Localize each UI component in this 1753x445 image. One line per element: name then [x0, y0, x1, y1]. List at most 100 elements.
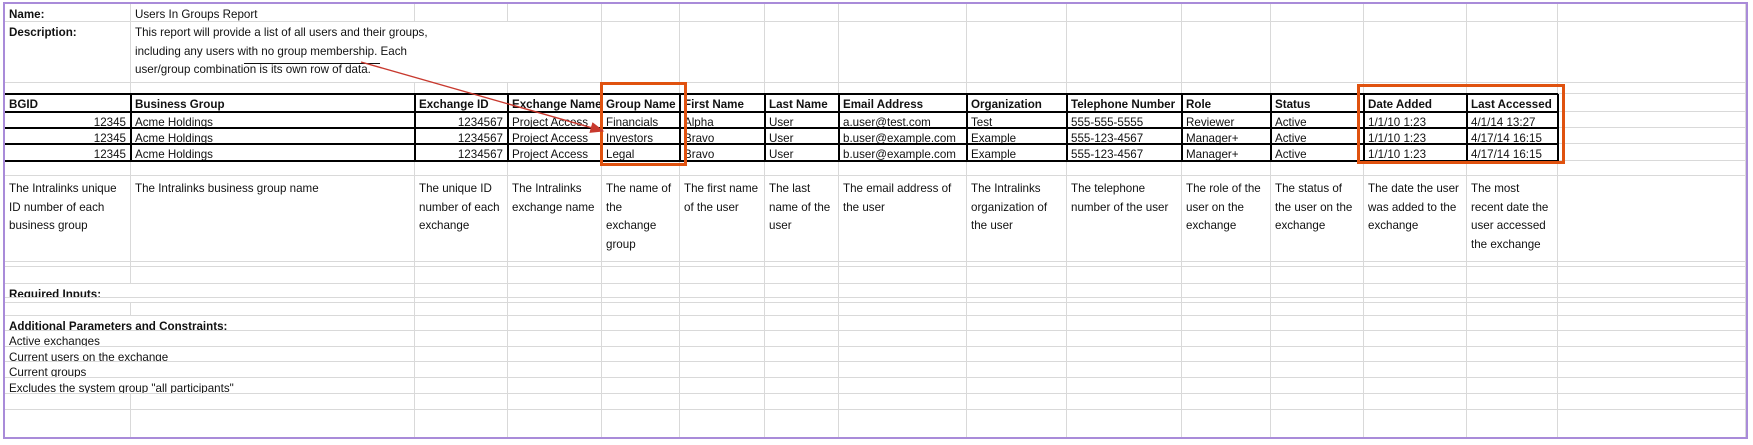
column-description[interactable]: The first name of the user: [680, 176, 765, 262]
empty-cell[interactable]: [5, 161, 131, 176]
empty-cell[interactable]: [680, 362, 765, 378]
empty-cell[interactable]: [680, 331, 765, 347]
empty-cell[interactable]: [5, 394, 131, 410]
empty-cell[interactable]: [1067, 264, 1182, 284]
empty-cell[interactable]: [415, 316, 508, 331]
column-header[interactable]: Exchange Name: [508, 94, 602, 112]
empty-cell[interactable]: [1467, 394, 1558, 410]
column-description[interactable]: The most recent date the user accessed t…: [1467, 176, 1558, 262]
empty-cell[interactable]: [1182, 4, 1271, 22]
empty-cell[interactable]: [967, 362, 1067, 378]
empty-cell[interactable]: [765, 394, 839, 410]
empty-cell[interactable]: [1558, 394, 1746, 410]
empty-cell[interactable]: [1558, 128, 1746, 144]
empty-cell[interactable]: [765, 22, 839, 83]
empty-cell[interactable]: [680, 410, 765, 437]
empty-cell[interactable]: [602, 331, 680, 347]
table-cell[interactable]: Alpha: [680, 112, 765, 128]
empty-cell[interactable]: [602, 378, 680, 394]
empty-cell[interactable]: [1182, 410, 1271, 437]
empty-cell[interactable]: [1182, 378, 1271, 394]
empty-cell[interactable]: [602, 161, 680, 176]
column-header[interactable]: Last Name: [765, 94, 839, 112]
empty-cell[interactable]: [967, 331, 1067, 347]
table-cell[interactable]: b.user@example.com: [839, 128, 967, 144]
column-description[interactable]: The Intralinks organization of the user: [967, 176, 1067, 262]
empty-cell[interactable]: [1067, 4, 1182, 22]
empty-cell[interactable]: [1467, 378, 1558, 394]
empty-cell[interactable]: [508, 300, 602, 316]
empty-cell[interactable]: [1558, 378, 1746, 394]
table-cell[interactable]: User: [765, 144, 839, 161]
column-header[interactable]: Status: [1271, 94, 1364, 112]
empty-cell[interactable]: [1182, 316, 1271, 331]
column-description[interactable]: The email address of the user: [839, 176, 967, 262]
empty-cell[interactable]: [1182, 264, 1271, 284]
empty-cell[interactable]: [1182, 347, 1271, 362]
empty-cell[interactable]: [967, 347, 1067, 362]
empty-cell[interactable]: [1271, 316, 1364, 331]
empty-cell[interactable]: [1558, 410, 1746, 437]
table-cell[interactable]: 1234567: [415, 144, 508, 161]
empty-cell[interactable]: [602, 362, 680, 378]
table-cell[interactable]: 4/17/14 16:15: [1467, 128, 1558, 144]
empty-cell[interactable]: [1067, 410, 1182, 437]
empty-cell[interactable]: [508, 378, 602, 394]
column-header[interactable]: Telephone Number: [1067, 94, 1182, 112]
column-header[interactable]: Exchange ID: [415, 94, 508, 112]
table-cell[interactable]: Active: [1271, 112, 1364, 128]
empty-cell[interactable]: [765, 316, 839, 331]
table-cell[interactable]: Active: [1271, 128, 1364, 144]
empty-cell[interactable]: [839, 347, 967, 362]
empty-cell[interactable]: [602, 410, 680, 437]
empty-cell[interactable]: [1067, 378, 1182, 394]
empty-cell[interactable]: [415, 394, 508, 410]
column-description[interactable]: The date the user was added to the excha…: [1364, 176, 1467, 262]
empty-cell[interactable]: [1558, 83, 1746, 94]
empty-cell[interactable]: [1067, 284, 1182, 298]
empty-cell[interactable]: [1364, 300, 1467, 316]
empty-cell[interactable]: [1467, 284, 1558, 298]
table-cell[interactable]: 12345: [5, 112, 131, 128]
column-header[interactable]: Business Group: [131, 94, 415, 112]
empty-cell[interactable]: [1067, 161, 1182, 176]
empty-cell[interactable]: [508, 161, 602, 176]
empty-cell[interactable]: [967, 300, 1067, 316]
empty-cell[interactable]: [415, 347, 508, 362]
empty-cell[interactable]: [1558, 284, 1746, 298]
empty-cell[interactable]: [1067, 362, 1182, 378]
empty-cell[interactable]: [1364, 264, 1467, 284]
empty-cell[interactable]: [1271, 362, 1364, 378]
empty-cell[interactable]: [1467, 300, 1558, 316]
empty-cell[interactable]: [1182, 161, 1271, 176]
empty-cell[interactable]: [765, 300, 839, 316]
empty-cell[interactable]: [1067, 316, 1182, 331]
empty-cell[interactable]: [1364, 394, 1467, 410]
empty-cell[interactable]: [765, 284, 839, 298]
empty-cell[interactable]: [602, 316, 680, 331]
table-cell[interactable]: Bravo: [680, 144, 765, 161]
column-header[interactable]: Group Name: [602, 94, 680, 112]
empty-cell[interactable]: [839, 378, 967, 394]
empty-cell[interactable]: [680, 378, 765, 394]
table-cell[interactable]: 12345: [5, 144, 131, 161]
empty-cell[interactable]: [839, 316, 967, 331]
empty-cell[interactable]: [839, 362, 967, 378]
empty-cell[interactable]: [1271, 394, 1364, 410]
empty-cell[interactable]: [765, 4, 839, 22]
empty-cell[interactable]: [1467, 264, 1558, 284]
empty-cell[interactable]: [967, 22, 1067, 83]
empty-cell[interactable]: [680, 264, 765, 284]
empty-cell[interactable]: [415, 362, 508, 378]
empty-cell[interactable]: [5, 264, 131, 284]
table-cell[interactable]: 1/1/10 1:23: [1364, 144, 1467, 161]
table-cell[interactable]: Acme Holdings: [131, 112, 415, 128]
empty-cell[interactable]: [839, 394, 967, 410]
empty-cell[interactable]: [1271, 378, 1364, 394]
table-cell[interactable]: Project Access: [508, 128, 602, 144]
table-cell[interactable]: Acme Holdings: [131, 144, 415, 161]
constraints-label[interactable]: Additional Parameters and Constraints:: [5, 316, 415, 331]
table-cell[interactable]: Legal: [602, 144, 680, 161]
empty-cell[interactable]: [967, 264, 1067, 284]
empty-cell[interactable]: [1467, 362, 1558, 378]
